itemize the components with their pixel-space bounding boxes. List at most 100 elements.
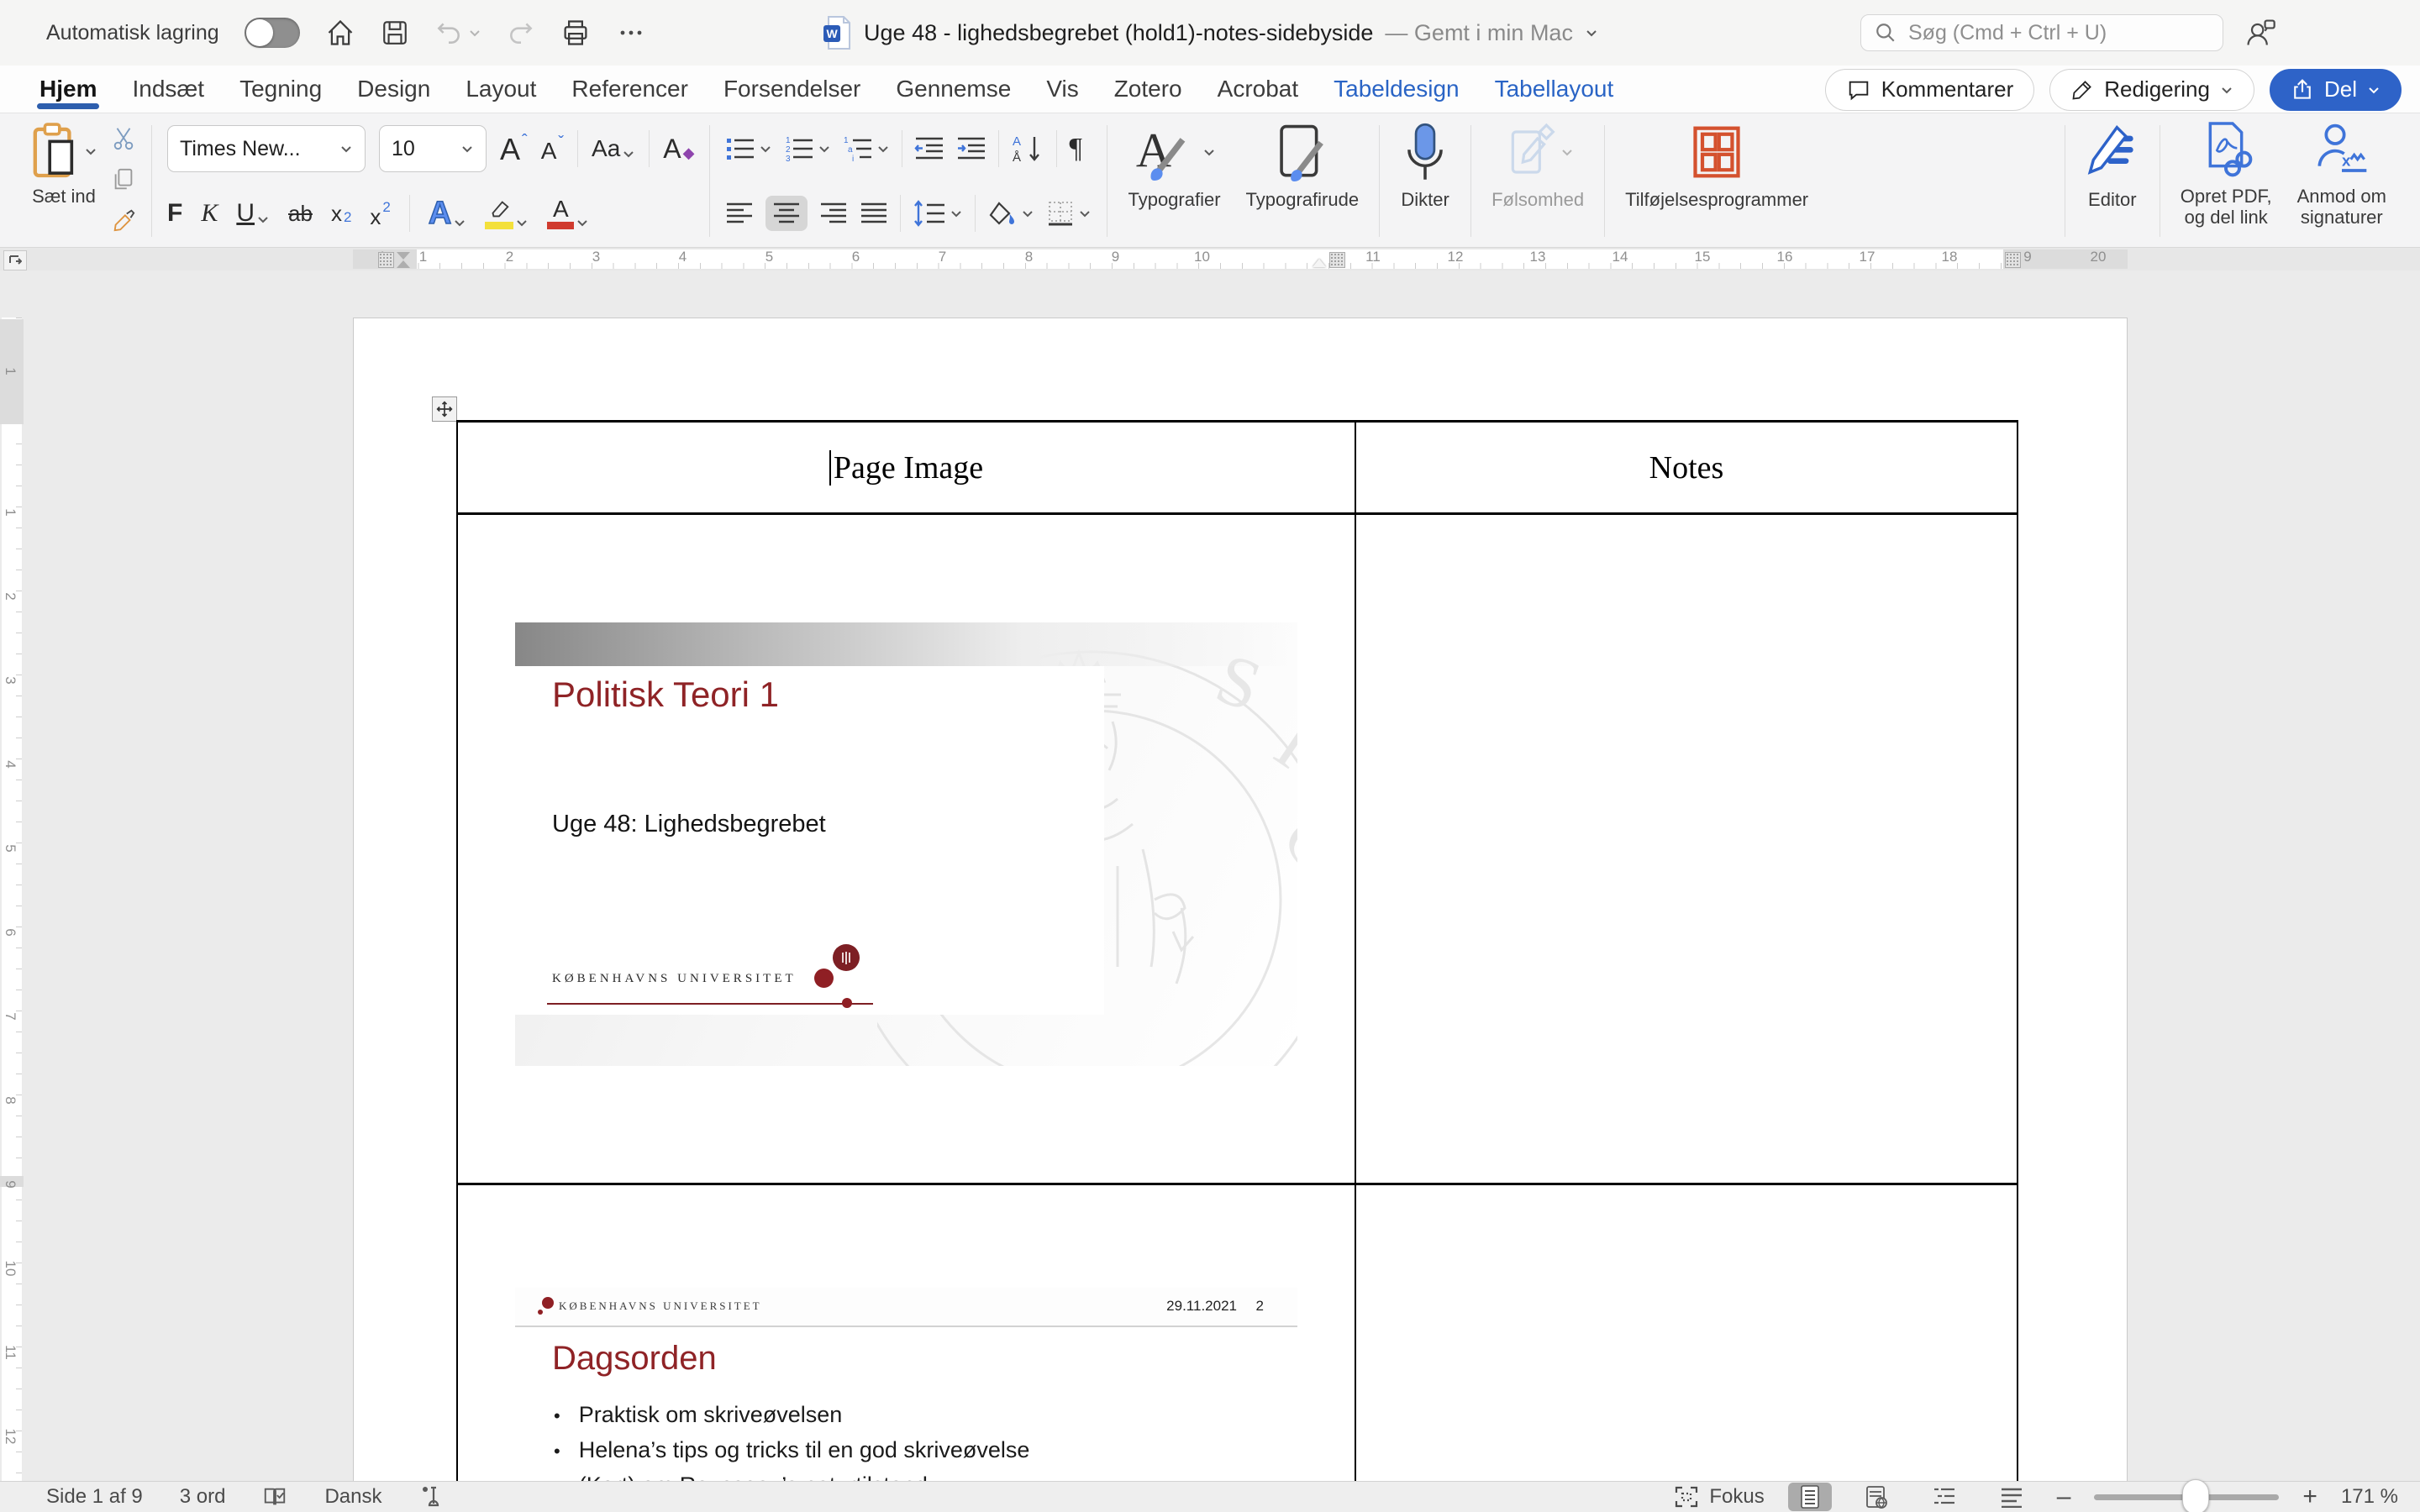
zoom-level[interactable]: 171 % (2341, 1485, 2398, 1509)
format-painter-icon[interactable] (111, 207, 136, 233)
focus-button[interactable]: Fokus (1674, 1485, 1764, 1509)
styles-button[interactable]: A Typografier (1123, 120, 1225, 242)
subscript-button[interactable]: x2 (331, 202, 351, 224)
create-pdf-button[interactable]: Opret PDF,og del link (2175, 120, 2277, 242)
copy-icon[interactable] (111, 166, 136, 192)
shading-button[interactable] (987, 200, 1034, 227)
share-button[interactable]: Del (2270, 69, 2402, 111)
multilevel-list-button[interactable]: 1ai (843, 135, 890, 162)
comments-button[interactable]: Kommentarer (1825, 69, 2035, 111)
ribbon-tab[interactable]: Design (339, 66, 448, 113)
zoom-in-button[interactable]: + (2302, 1483, 2317, 1511)
draft-view-button[interactable] (1990, 1483, 2033, 1511)
hanging-indent-marker[interactable] (397, 260, 410, 268)
editor-button[interactable]: Editor (2081, 120, 2144, 242)
word-count[interactable]: 3 ord (180, 1485, 226, 1509)
shrink-font-button[interactable]: Aˇ (541, 134, 564, 163)
highlight-button[interactable] (485, 198, 529, 229)
right-indent-marker[interactable] (1313, 259, 1326, 267)
grow-font-button[interactable]: Aˆ (500, 133, 528, 165)
outline-view-button[interactable] (1923, 1483, 1966, 1511)
search-input[interactable] (1907, 20, 2196, 46)
more-icon[interactable] (616, 18, 646, 48)
addins-button[interactable]: Tilføjelsesprogrammer (1620, 120, 1813, 242)
superscript-button[interactable]: x2 (370, 200, 390, 228)
numbered-list-button[interactable]: 123 (784, 135, 831, 162)
clear-formatting-button[interactable]: A◆ (663, 135, 694, 162)
notes-cell[interactable] (1356, 515, 2017, 1183)
ribbon-tab[interactable]: Vis (1028, 66, 1096, 113)
table-column-marker[interactable] (378, 252, 394, 268)
font-name-select[interactable]: Times New... (167, 125, 366, 172)
ribbon-tab[interactable]: Gennemse (878, 66, 1028, 113)
search-box[interactable] (1860, 14, 2223, 51)
decrease-indent-button[interactable] (914, 135, 944, 162)
autosave-toggle[interactable] (245, 18, 300, 48)
account-icon[interactable] (2244, 16, 2277, 50)
sensitivity-button[interactable]: Følsomhed (1486, 120, 1589, 242)
table-column-marker[interactable] (1329, 252, 1345, 268)
align-right-button[interactable] (819, 201, 848, 226)
proofing-icon[interactable] (262, 1485, 287, 1509)
text-effects-button[interactable]: A (429, 197, 466, 229)
ribbon-tab[interactable]: Referencer (554, 66, 706, 113)
font-color-button[interactable]: A (547, 198, 589, 229)
ribbon-tab[interactable]: Tabellayout (1477, 66, 1632, 113)
header-cell-page-image[interactable]: Page Image (458, 423, 1356, 512)
zoom-out-button[interactable]: – (2057, 1483, 2071, 1511)
notes-cell[interactable] (1356, 1185, 2017, 1482)
show-paragraph-marks-button[interactable]: ¶ (1069, 134, 1081, 163)
ribbon-tab[interactable]: Forsendelser (706, 66, 878, 113)
track-changes-icon[interactable] (418, 1485, 442, 1509)
ribbon-tab[interactable]: Indsæt (114, 66, 222, 113)
underline-button[interactable]: U (236, 201, 270, 226)
justify-button[interactable] (860, 201, 888, 226)
ribbon-tab[interactable]: Zotero (1097, 66, 1200, 113)
slide-image-2[interactable]: KØBENHAVNS UNIVERSITET 29.11.2021 2 Dags… (515, 1288, 1297, 1482)
ribbon-tab[interactable]: Layout (448, 66, 554, 113)
cut-icon[interactable] (111, 125, 136, 150)
table-column-marker[interactable] (2005, 252, 2021, 268)
zoom-slider-thumb[interactable] (2182, 1479, 2209, 1512)
language-indicator[interactable]: Dansk (324, 1485, 381, 1509)
undo-icon[interactable] (434, 18, 481, 47)
first-line-indent-marker[interactable] (397, 252, 410, 260)
zoom-slider[interactable] (2094, 1494, 2279, 1500)
editing-mode-button[interactable]: Redigering (2049, 69, 2254, 111)
document-canvas[interactable]: Page Image Notes (0, 270, 2420, 1482)
slide-image-1[interactable]: S I S S I C (515, 622, 1297, 1066)
print-icon[interactable] (560, 18, 591, 48)
ribbon-tab[interactable]: Acrobat (1200, 66, 1317, 113)
italic-button[interactable]: K (201, 201, 218, 226)
ribbon-tab[interactable]: Hjem (22, 66, 114, 113)
paste-button[interactable]: Sæt ind (25, 122, 103, 240)
align-center-button[interactable] (765, 196, 808, 231)
home-icon[interactable] (325, 18, 355, 48)
web-layout-view-button[interactable] (1855, 1483, 1899, 1511)
request-signatures-button[interactable]: x Anmod omsignaturer (2292, 120, 2391, 242)
sort-button[interactable]: AÅ (1011, 134, 1044, 164)
bold-button[interactable]: F (167, 201, 182, 226)
document-page[interactable]: Page Image Notes (353, 318, 2128, 1482)
change-case-button[interactable]: Aa (592, 137, 635, 160)
strikethrough-button[interactable]: ab (288, 202, 313, 224)
horizontal-ruler[interactable]: 1 12345678910 1112131415161718 9 20 (0, 248, 2420, 271)
vertical-ruler[interactable]: 1 123456789101112 (0, 270, 24, 1482)
styles-pane-button[interactable]: Typografirude (1241, 120, 1365, 242)
ribbon-tab[interactable]: Tegning (222, 66, 339, 113)
page-indicator[interactable]: Side 1 af 9 (46, 1485, 143, 1509)
borders-button[interactable] (1046, 200, 1092, 227)
title-chevron-icon[interactable] (1585, 26, 1598, 39)
font-size-select[interactable]: 10 (379, 125, 487, 172)
increase-indent-button[interactable] (956, 135, 986, 162)
ribbon-tab[interactable]: Tabeldesign (1316, 66, 1476, 113)
align-left-button[interactable] (725, 201, 754, 226)
print-layout-view-button[interactable] (1788, 1483, 1832, 1511)
tab-stop-selector[interactable] (3, 250, 27, 270)
bullet-list-button[interactable] (725, 135, 772, 162)
line-spacing-button[interactable] (913, 200, 963, 227)
save-icon[interactable] (381, 18, 409, 47)
dictate-button[interactable]: Dikter (1395, 120, 1455, 242)
redo-icon[interactable] (507, 18, 535, 47)
document-title[interactable]: Uge 48 - lighedsbegrebet (hold1)-notes-s… (864, 20, 1373, 46)
